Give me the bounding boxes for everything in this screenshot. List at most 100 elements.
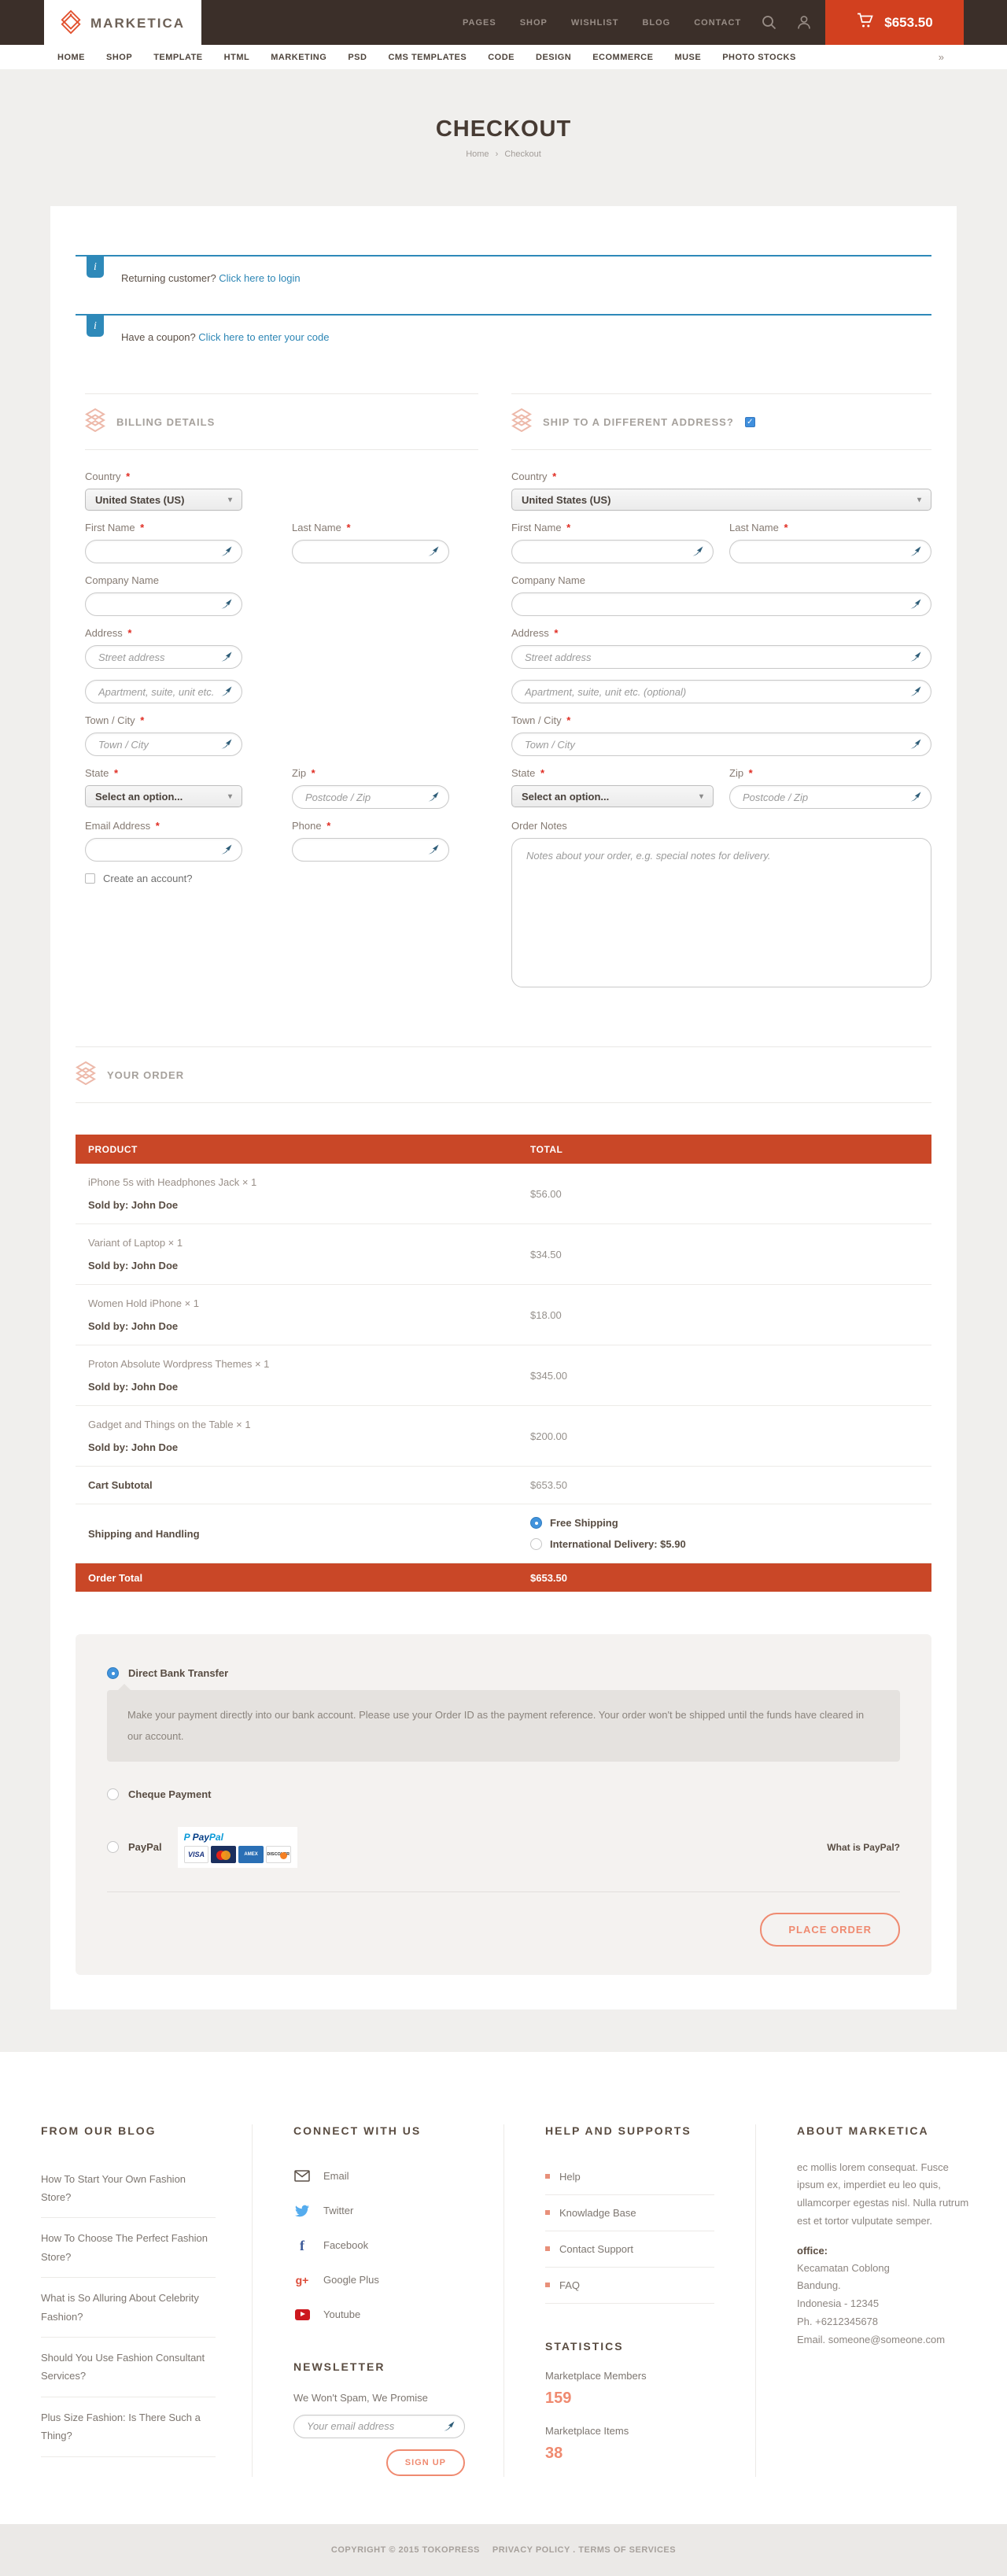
payment-method-paypal[interactable]: PayPalP PayPalVISAAMEXDISCOVERWhat is Pa…: [107, 1827, 900, 1868]
autofill-icon: [909, 685, 922, 698]
main-nav-item-html[interactable]: HTML: [224, 53, 250, 62]
billing-last-name-input-group: Last Name *: [292, 522, 449, 563]
blog-link[interactable]: Plus Size Fashion: Is There Such a Thing…: [41, 2397, 216, 2457]
autofill-icon: [427, 791, 440, 803]
cart-button[interactable]: $653.50: [825, 0, 964, 45]
billing-address-input[interactable]: [85, 645, 242, 669]
help-link-faq[interactable]: FAQ: [545, 2268, 714, 2304]
main-nav-item-code[interactable]: CODE: [488, 53, 515, 62]
radio-icon[interactable]: [530, 1538, 542, 1550]
subtotal-value: $653.50: [530, 1479, 931, 1491]
create-account-row[interactable]: Create an account?: [85, 873, 478, 884]
signup-button[interactable]: SIGN UP: [386, 2449, 465, 2476]
youtube-icon: [293, 2309, 311, 2320]
main-nav-item-photo-stocks[interactable]: PHOTO STOCKS: [722, 53, 796, 62]
social-link-facebook[interactable]: fFacebook: [293, 2228, 480, 2263]
order-row: Gadget and Things on the Table × 1Sold b…: [76, 1406, 931, 1467]
shipping-option-free-shipping[interactable]: Free Shipping: [530, 1517, 931, 1529]
forms-grid: BILLING DETAILS Country *United States (…: [76, 393, 931, 1002]
social-link-google-plus[interactable]: g+Google Plus: [293, 2263, 480, 2297]
what-is-paypal-link[interactable]: What is PayPal?: [827, 1842, 900, 1853]
nav-expand-icon[interactable]: »: [939, 51, 944, 63]
payment-method-cheque-payment[interactable]: Cheque Payment: [107, 1788, 900, 1800]
required-asterisk: *: [550, 471, 557, 482]
shipping-company-input[interactable]: [511, 592, 931, 616]
place-order-button[interactable]: PLACE ORDER: [760, 1913, 900, 1947]
top-nav-item-contact[interactable]: CONTACT: [694, 18, 741, 28]
help-link-contact-support[interactable]: Contact Support: [545, 2231, 714, 2268]
top-nav-item-pages[interactable]: PAGES: [463, 18, 496, 28]
billing-city-input[interactable]: [85, 733, 242, 756]
shipping-zip-input[interactable]: [729, 785, 931, 809]
blog-link[interactable]: Should You Use Fashion Consultant Servic…: [41, 2338, 216, 2397]
social-link-youtube[interactable]: Youtube: [293, 2297, 480, 2332]
top-nav-item-wishlist[interactable]: WISHLIST: [571, 18, 619, 28]
shipping-last-name-input[interactable]: [729, 540, 931, 563]
main-nav-item-home[interactable]: HOME: [57, 53, 85, 62]
main-nav-item-cms-templates[interactable]: CMS TEMPLATES: [388, 53, 467, 62]
social-label: Email: [323, 2170, 349, 2182]
notice-link[interactable]: Click here to enter your code: [198, 331, 329, 343]
notice-link[interactable]: Click here to login: [219, 272, 300, 284]
order-notes-textarea[interactable]: [511, 838, 931, 987]
footer-policy-links[interactable]: PRIVACY POLICY . TERMS OF SERVICES: [492, 2545, 676, 2555]
main-nav-item-ecommerce[interactable]: ECOMMERCE: [592, 53, 653, 62]
main-nav-item-muse[interactable]: MUSE: [674, 53, 701, 62]
radio-icon[interactable]: [107, 1841, 119, 1853]
field-label: Address *: [511, 627, 931, 639]
autofill-icon: [692, 545, 704, 558]
product-total: $345.00: [530, 1370, 931, 1382]
shipping-option-label: Free Shipping: [550, 1517, 618, 1529]
main-nav-item-psd[interactable]: PSD: [348, 53, 367, 62]
help-link-knowladge-base[interactable]: Knowladge Base: [545, 2195, 714, 2231]
blog-link[interactable]: How To Choose The Perfect Fashion Store?: [41, 2218, 216, 2278]
blog-link[interactable]: What is So Alluring About Celebrity Fash…: [41, 2278, 216, 2338]
radio-selected-icon[interactable]: [530, 1517, 542, 1529]
billing-state-select[interactable]: Select an option...▾: [85, 785, 242, 807]
shipping-state-select[interactable]: Select an option...▾: [511, 785, 714, 807]
social-link-email[interactable]: Email: [293, 2159, 480, 2194]
billing-company-input[interactable]: [85, 592, 242, 616]
billing-email-input[interactable]: [85, 838, 242, 862]
shipping-first-name-input[interactable]: [511, 540, 714, 563]
help-link-help[interactable]: Help: [545, 2159, 714, 2195]
user-icon[interactable]: [797, 15, 811, 30]
billing-email-input-group: Email Address *: [85, 820, 242, 862]
shipping-option-international-delivery-5-90[interactable]: International Delivery: $5.90: [530, 1538, 931, 1550]
billing-country-select[interactable]: United States (US)▾: [85, 489, 242, 511]
newsletter-email-input[interactable]: [293, 2415, 465, 2438]
search-icon[interactable]: [762, 15, 776, 30]
payment-method-direct-bank-transfer[interactable]: Direct Bank Transfer: [107, 1667, 900, 1679]
main-nav-item-design[interactable]: DESIGN: [536, 53, 571, 62]
billing-last-name-input[interactable]: [292, 540, 449, 563]
top-nav-item-blog[interactable]: BLOG: [642, 18, 670, 28]
shipping-address-input[interactable]: [511, 645, 931, 669]
shipping-address-input-group: Address *: [511, 627, 931, 669]
billing-first-name-input[interactable]: [85, 540, 242, 563]
breadcrumb-home[interactable]: Home: [466, 149, 489, 159]
billing-address2-input[interactable]: [85, 680, 242, 703]
autofill-icon: [220, 685, 233, 698]
blog-link[interactable]: How To Start Your Own Fashion Store?: [41, 2159, 216, 2219]
ship-different-checkbox[interactable]: ✓: [745, 417, 755, 427]
create-account-checkbox[interactable]: [85, 873, 95, 884]
brand-logo[interactable]: MARKETICA: [44, 0, 201, 47]
social-link-twitter[interactable]: Twitter: [293, 2194, 480, 2228]
brand-tag-icon: [61, 9, 83, 39]
shipping-city-input[interactable]: [511, 733, 931, 756]
main-nav-item-template[interactable]: TEMPLATE: [153, 53, 202, 62]
shipping-option-label: International Delivery: $5.90: [550, 1538, 686, 1550]
shipping-address2-input[interactable]: [511, 680, 931, 703]
shipping-country-select[interactable]: United States (US)▾: [511, 489, 931, 511]
bottom-bar: COPYRIGHT © 2015 TOKOPRESS PRIVACY POLIC…: [0, 2524, 1007, 2576]
billing-zip-input[interactable]: [292, 785, 449, 809]
radio-icon[interactable]: [107, 1788, 119, 1800]
bullet-icon: [545, 2174, 550, 2179]
main-nav-item-shop[interactable]: SHOP: [106, 53, 132, 62]
radio-selected-icon[interactable]: [107, 1667, 119, 1679]
top-nav-item-shop[interactable]: SHOP: [520, 18, 548, 28]
main-nav-item-marketing[interactable]: MARKETING: [271, 53, 326, 62]
newsletter-input-wrap: [293, 2415, 465, 2438]
billing-phone-input[interactable]: [292, 838, 449, 862]
autofill-icon: [220, 651, 233, 663]
